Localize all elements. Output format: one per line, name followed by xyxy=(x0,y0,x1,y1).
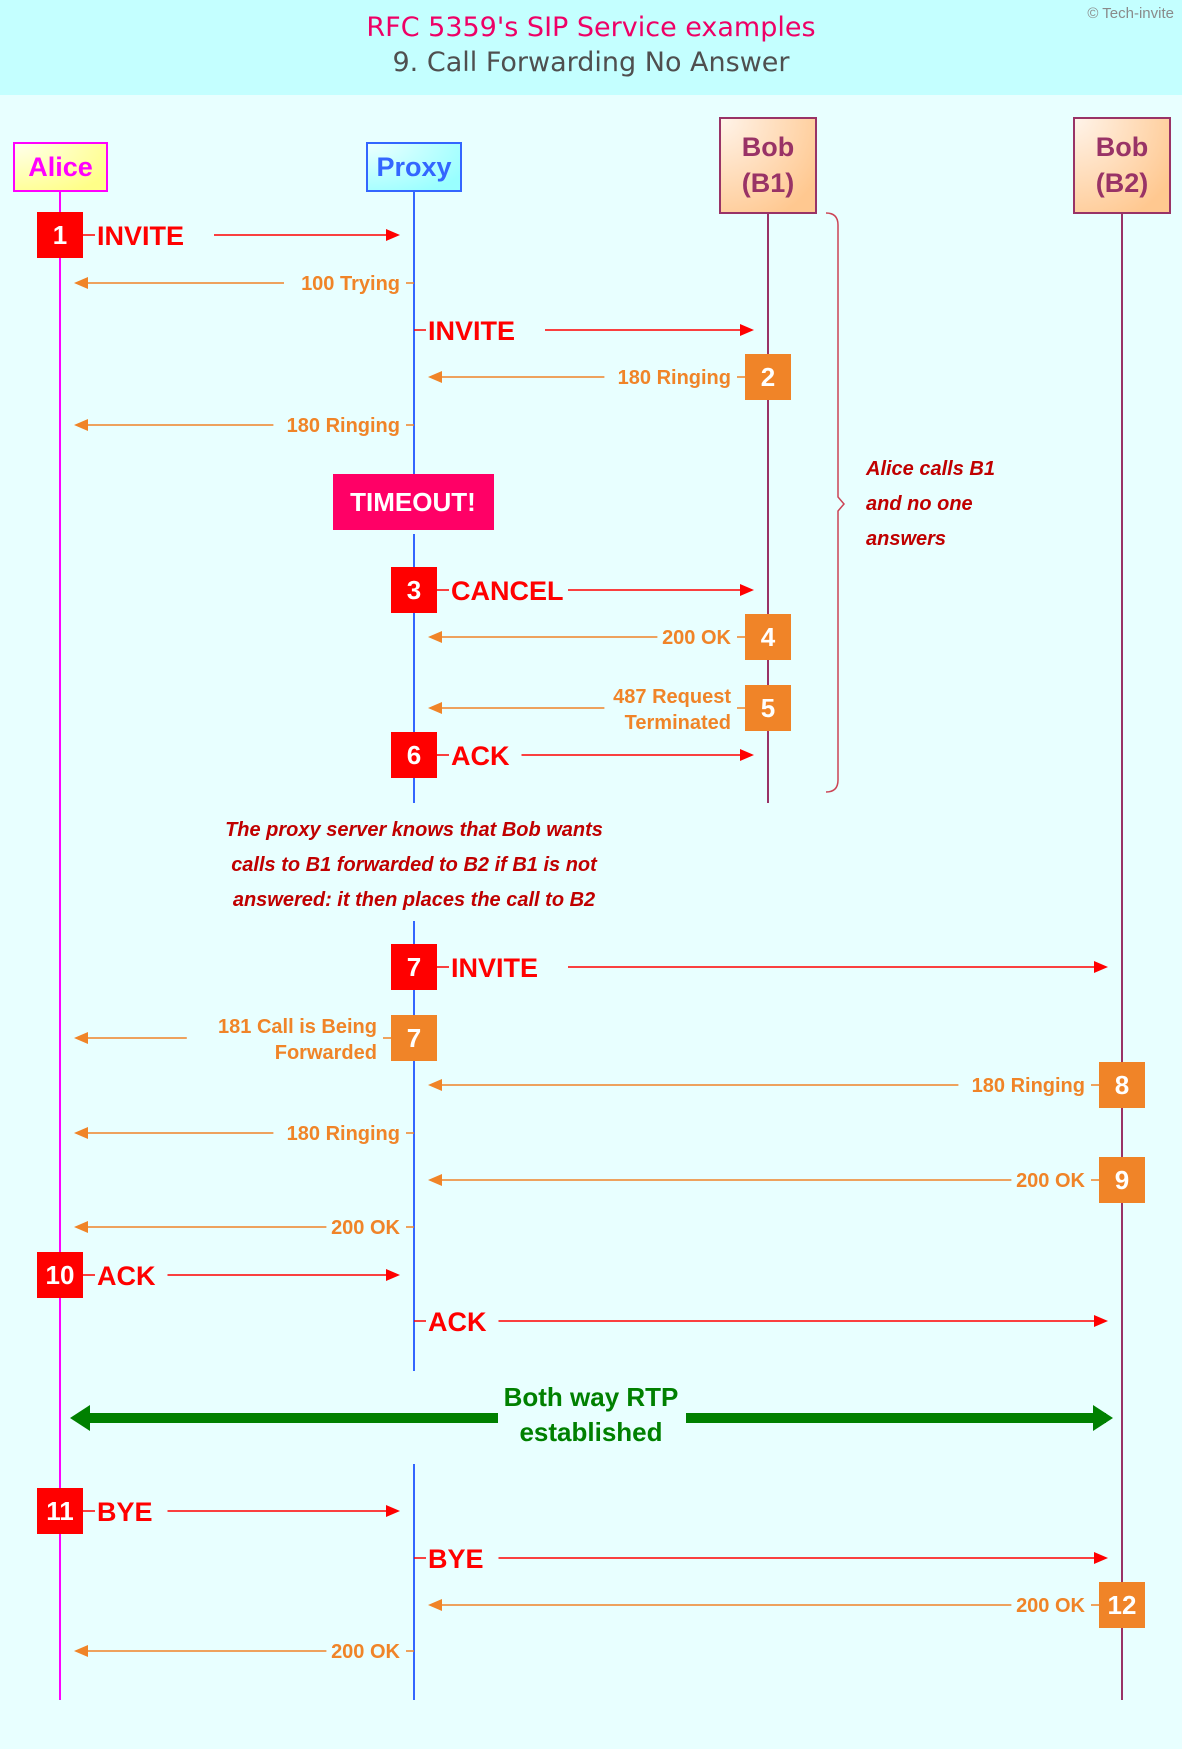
message-label: 100 Trying xyxy=(301,273,400,295)
bracket-note-line: answers xyxy=(866,528,946,550)
bracket-note-line: Alice calls B1 xyxy=(865,458,995,480)
message-label: 180 Ringing xyxy=(618,367,731,389)
actor-label-alice: Alice xyxy=(28,152,93,182)
message-label: 180 Ringing xyxy=(287,1123,400,1145)
bracket-brace xyxy=(825,212,845,793)
message-label: CANCEL xyxy=(451,576,564,606)
message-label: BYE xyxy=(97,1497,153,1527)
rtp-label: Both way RTP xyxy=(504,1382,679,1412)
arrowhead-icon xyxy=(740,324,754,336)
actor-label-b1: (B1) xyxy=(742,168,795,198)
message-label: 200 OK xyxy=(1016,1595,1085,1617)
arrowhead-icon xyxy=(740,749,754,761)
arrowhead-icon xyxy=(428,371,442,383)
arrowhead-icon xyxy=(428,1174,442,1186)
arrowhead-icon xyxy=(74,1221,88,1233)
proxy-note-line: calls to B1 forwarded to B2 if B1 is not xyxy=(231,854,598,876)
step-number: 4 xyxy=(761,622,776,652)
arrowhead-icon xyxy=(386,229,400,241)
message-label: 180 Ringing xyxy=(287,415,400,437)
message-label: INVITE xyxy=(451,953,538,983)
actor-label-b2: (B2) xyxy=(1096,168,1149,198)
step-number: 6 xyxy=(407,740,421,770)
step-number: 7 xyxy=(407,952,421,982)
rtp-arrow-right-bar xyxy=(686,1413,1106,1423)
arrowhead-icon xyxy=(1094,1552,1108,1564)
message-label: Forwarded xyxy=(275,1042,377,1064)
step-number: 7 xyxy=(407,1023,421,1053)
timeout-label: TIMEOUT! xyxy=(350,487,476,517)
arrowhead-icon xyxy=(386,1505,400,1517)
step-number: 12 xyxy=(1108,1590,1137,1620)
arrowhead-icon xyxy=(74,1032,88,1044)
message-label: 200 OK xyxy=(331,1217,400,1239)
arrowhead-icon xyxy=(74,1127,88,1139)
message-label: 200 OK xyxy=(331,1641,400,1663)
message-label: ACK xyxy=(428,1307,487,1337)
message-label: 200 OK xyxy=(1016,1170,1085,1192)
step-number: 2 xyxy=(761,362,775,392)
rtp-label: established xyxy=(519,1417,662,1447)
message-label: 180 Ringing xyxy=(972,1075,1085,1097)
message-label: BYE xyxy=(428,1544,484,1574)
rtp-arrowhead-right-icon xyxy=(1093,1405,1113,1431)
arrowhead-icon xyxy=(386,1269,400,1281)
step-number: 8 xyxy=(1115,1070,1129,1100)
arrowhead-icon xyxy=(740,584,754,596)
proxy-note-line: The proxy server knows that Bob wants xyxy=(225,819,603,841)
arrowhead-icon xyxy=(428,1599,442,1611)
step-number: 3 xyxy=(407,575,421,605)
message-label: 200 OK xyxy=(662,627,731,649)
step-number: 5 xyxy=(761,693,775,723)
arrowhead-icon xyxy=(1094,961,1108,973)
arrowhead-icon xyxy=(428,1079,442,1091)
message-label: INVITE xyxy=(428,316,515,346)
arrowhead-icon xyxy=(428,631,442,643)
rtp-arrowhead-left-icon xyxy=(70,1405,90,1431)
step-number: 1 xyxy=(53,220,67,250)
rtp-arrow-left-bar xyxy=(88,1413,498,1423)
arrowhead-icon xyxy=(428,702,442,714)
message-label: ACK xyxy=(451,741,510,771)
step-number: 11 xyxy=(46,1496,74,1526)
step-number: 10 xyxy=(46,1260,75,1290)
sequence-diagram: Alice Proxy Bob (B1) Bob (B2) Alice calls B1 an… xyxy=(13,117,1171,1700)
message-label: ACK xyxy=(97,1261,156,1291)
arrowhead-icon xyxy=(74,277,88,289)
actor-label-b1: Bob xyxy=(742,132,794,162)
actor-label-b2: Bob xyxy=(1096,132,1148,162)
message-label: 181 Call is Being xyxy=(218,1016,377,1038)
bracket-note-line: and no one xyxy=(866,493,973,515)
proxy-note-line: answered: it then places the call to B2 xyxy=(233,889,595,911)
actor-label-proxy: Proxy xyxy=(376,152,451,182)
arrowhead-icon xyxy=(74,1645,88,1657)
arrowhead-icon xyxy=(1094,1315,1108,1327)
arrowhead-icon xyxy=(74,419,88,431)
step-number: 9 xyxy=(1115,1165,1129,1195)
message-label: INVITE xyxy=(97,221,184,251)
message-label: 487 Request xyxy=(613,686,731,708)
message-label: Terminated xyxy=(625,712,731,734)
